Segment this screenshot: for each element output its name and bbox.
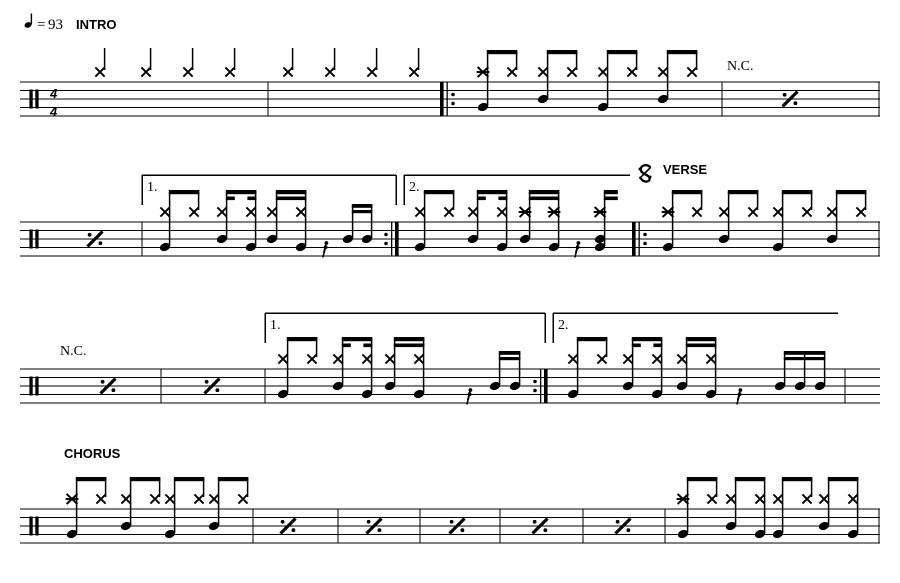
cross-notehead: [332, 353, 344, 365]
cross-notehead: [414, 206, 426, 218]
cross-notehead: [361, 353, 373, 365]
staff-1: [20, 81, 880, 117]
cross-notehead: [164, 493, 176, 505]
system-2: 1. 2. VERSE: [20, 162, 880, 259]
cross-notehead: [686, 66, 698, 78]
cross-notehead: [772, 206, 784, 218]
cross-notehead: [506, 66, 518, 78]
cross-notehead: [208, 493, 220, 505]
cross-notehead: [725, 493, 737, 505]
sixteenth-rest: [736, 387, 744, 406]
system-4: CHORUS: [20, 446, 880, 544]
cross-notehead: [159, 206, 171, 218]
cross-notehead: [140, 66, 152, 78]
cross-notehead: [245, 206, 257, 218]
ending-number-2b: 2.: [558, 318, 569, 333]
cross-notehead: [705, 353, 717, 365]
cross-notehead: [596, 353, 608, 365]
cross-notehead: [718, 206, 730, 218]
measure-3: [475, 50, 698, 113]
cross-notehead: [772, 493, 784, 505]
ending-number-2a: 2.: [409, 180, 420, 195]
ending-number-1b: 1.: [270, 318, 281, 333]
staff-4: [20, 508, 880, 544]
time-sig-top: 4: [49, 86, 58, 101]
cross-notehead: [266, 206, 278, 218]
cross-notehead: [567, 353, 579, 365]
cross-notehead: [657, 66, 669, 78]
cross-notehead: [366, 66, 378, 78]
cross-notehead: [182, 66, 194, 78]
cross-notehead: [826, 206, 838, 218]
cross-notehead: [95, 493, 107, 505]
cross-notehead: [306, 353, 318, 365]
sheet-music-page: = 93 INTRO 4 4 N.C. 1. 2. VERSE N.C. 1. …: [0, 0, 900, 583]
measure-19: [675, 477, 860, 540]
system-3: N.C. 1. 2.: [20, 312, 880, 406]
cross-notehead: [754, 493, 766, 505]
cross-notehead: [295, 206, 307, 218]
tempo-equals: =: [37, 17, 45, 33]
cross-notehead: [413, 353, 425, 365]
cross-notehead: [237, 493, 249, 505]
cross-notehead: [597, 66, 609, 78]
ending-number-1a: 1.: [147, 180, 158, 195]
time-signature-1: 4 4: [49, 86, 58, 119]
cross-notehead: [94, 66, 106, 78]
sixteenth-rest: [322, 240, 330, 259]
tempo-marking: = 93: [24, 13, 63, 33]
cross-notehead: [801, 493, 813, 505]
cross-notehead: [324, 66, 336, 78]
chord-symbol-nc-2: N.C.: [60, 344, 86, 359]
system-1: = 93 INTRO 4 4 N.C.: [20, 13, 880, 119]
cross-notehead: [691, 206, 703, 218]
section-label-intro: INTRO: [76, 17, 116, 32]
tempo-bpm: 93: [48, 17, 63, 33]
cross-notehead: [622, 353, 634, 365]
cross-notehead: [277, 353, 289, 365]
cross-notehead: [566, 66, 578, 78]
section-label-chorus: CHORUS: [64, 446, 121, 461]
cross-notehead: [188, 206, 200, 218]
cross-notehead: [855, 206, 867, 218]
cross-notehead: [224, 66, 236, 78]
cross-notehead: [384, 353, 396, 365]
chord-symbol-nc: N.C.: [727, 59, 753, 74]
cross-notehead: [149, 493, 161, 505]
cross-notehead: [282, 66, 294, 78]
cross-notehead: [818, 493, 830, 505]
cross-notehead: [120, 493, 132, 505]
sixteenth-rest: [574, 240, 582, 259]
staff-2: [20, 221, 880, 257]
cross-notehead: [496, 206, 508, 218]
cross-notehead: [651, 353, 663, 365]
measure-13: [64, 477, 249, 540]
cross-notehead: [676, 353, 688, 365]
cross-notehead: [537, 66, 549, 78]
segno-icon: [637, 164, 653, 183]
cross-notehead: [193, 493, 205, 505]
time-sig-bottom: 4: [49, 104, 58, 119]
cross-notehead: [801, 206, 813, 218]
cross-notehead: [626, 66, 638, 78]
cross-notehead: [467, 206, 479, 218]
cross-notehead: [216, 206, 228, 218]
staff-3: [20, 368, 880, 404]
measure-1: [94, 48, 236, 78]
measure-2: [282, 48, 420, 78]
cross-notehead: [747, 206, 759, 218]
cross-notehead: [408, 66, 420, 78]
measure-8: [660, 190, 867, 253]
sixteenth-rest: [466, 387, 474, 406]
section-label-verse: VERSE: [663, 162, 707, 177]
cross-notehead: [847, 493, 859, 505]
cross-notehead: [443, 206, 455, 218]
cross-notehead: [706, 493, 718, 505]
